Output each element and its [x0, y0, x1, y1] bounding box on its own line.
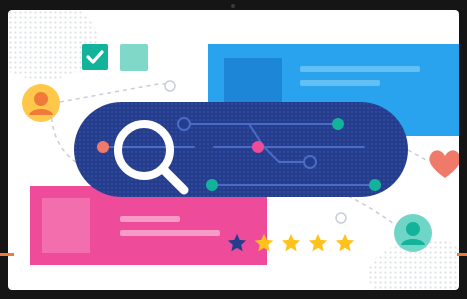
star-icon	[308, 233, 328, 252]
connector-node	[164, 80, 176, 92]
webcam-dot	[231, 4, 235, 8]
search-pill	[74, 102, 408, 197]
magnifier-icon	[114, 120, 189, 195]
user-avatar-icon	[22, 84, 60, 122]
network-node	[332, 118, 344, 130]
network-node	[206, 179, 218, 191]
background-accent-line	[0, 253, 14, 256]
star-icon	[227, 233, 247, 252]
illustration-stage	[0, 0, 467, 299]
heart-icon	[429, 150, 459, 178]
star-icon	[335, 233, 355, 252]
connector-node	[335, 212, 347, 224]
network-node	[369, 179, 381, 191]
star-icon	[254, 233, 274, 252]
star-rating	[226, 232, 356, 256]
laptop-screen	[8, 10, 459, 290]
background-accent-line	[457, 253, 467, 256]
star-icon	[281, 233, 301, 252]
network-node	[303, 155, 317, 169]
user-avatar-icon	[394, 214, 432, 252]
network-node	[252, 141, 264, 153]
